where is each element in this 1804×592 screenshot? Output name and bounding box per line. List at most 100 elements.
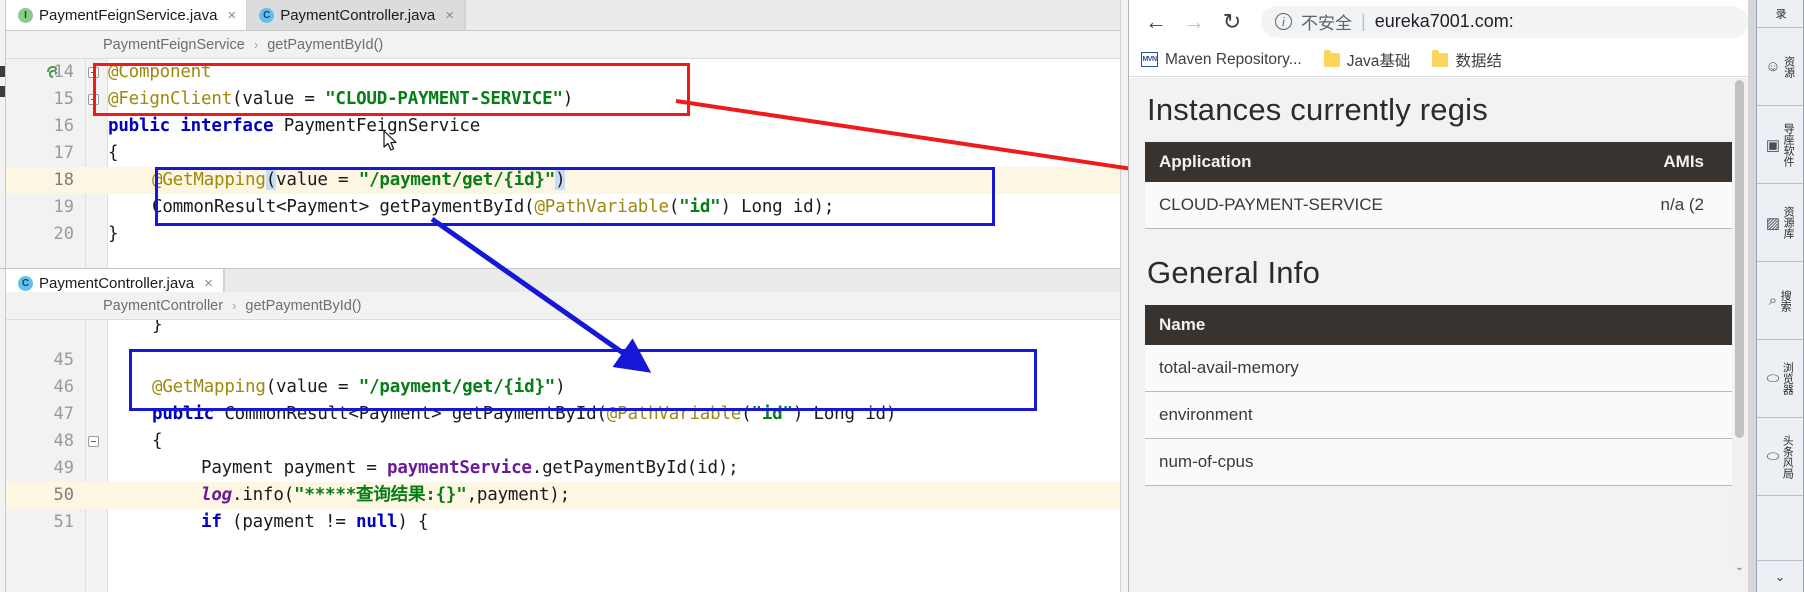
code-line-14: @Component [108,59,212,86]
vtool-item-resource[interactable]: 资源 ☺ [1757,28,1803,106]
bean-icon[interactable] [46,65,60,79]
annotation-token: @GetMapping [152,170,266,190]
string-token: "id" [679,197,721,217]
cell-name: total-avail-memory [1145,345,1732,392]
breadcrumb-class[interactable]: PaymentFeignService [103,37,245,53]
code-token: CommonResult<Payment> getPaymentById( [152,197,535,217]
code-line-48: { [152,428,163,455]
chevron-down-icon[interactable]: ⌄ [1733,560,1746,574]
screen-root: I PaymentFeignService.java × C PaymentCo… [0,0,1804,592]
code-line-17: { [108,140,119,167]
monitor-icon: ▣ [1765,136,1781,154]
vtool-item-headline[interactable]: 头条风局 ⬭ [1757,418,1803,496]
security-label: 不安全 [1301,14,1352,33]
fold-toggle[interactable] [88,94,99,105]
annotation-token: @Component [108,62,212,82]
code-token: (value = [232,89,326,109]
person-icon: ☺ [1765,58,1781,75]
chevron-down-icon[interactable]: ⌄ [1757,561,1803,592]
ide-right-edge [1120,0,1128,592]
close-icon[interactable]: × [227,7,236,24]
address-bar[interactable]: i 不安全 | eureka7001.com: [1261,5,1748,38]
vtool-label: 录 [1774,8,1786,19]
code-token: ) Long id) [792,404,897,424]
breadcrumb-top: PaymentFeignService › getPaymentById() [6,31,1128,59]
editor-payment-feign-service[interactable]: 14 15 16 17 18 19 20 @Component @FeignCl… [6,59,1128,268]
vtool-item-0[interactable]: 录 [1757,0,1803,28]
browser-scrollbar[interactable]: ⌄ [1733,78,1746,574]
code-token-selected: ) [555,170,566,190]
string-token: "*****查询结果:{}" [294,485,467,505]
column-header-name[interactable]: Name [1145,305,1732,345]
code-token: (value = [265,377,359,397]
close-icon[interactable]: × [445,7,454,24]
code-line-18: @GetMapping(value = "/payment/get/{id}") [152,167,566,194]
code-token: ( [741,404,752,424]
tab-label: PaymentFeignService.java [39,6,218,24]
vtool-label: 资源库 [1782,206,1795,239]
cell-application-name[interactable]: CLOUD-PAYMENT-SERVICE [1145,182,1584,229]
table-row: environment [1145,391,1732,439]
bookmark-data-structures[interactable]: 数据结 [1432,49,1502,71]
line-number: 18 [53,170,74,190]
code-token: .getPaymentById(id); [531,458,739,478]
tab-bar-filler [465,0,1128,30]
vtool-label: 浏览器 [1781,362,1794,395]
eureka-page: Instances currently regis Application AM… [1129,78,1748,592]
keyword-token: null [356,512,398,532]
cell-name: environment [1145,391,1732,439]
breadcrumb-method[interactable]: getPaymentById() [267,37,383,53]
editor-payment-controller[interactable]: 45 46 47 48 49 50 51 } @GetMapping(value… [6,320,1128,592]
field-token: log [201,485,233,505]
vtool-item-search[interactable]: 搜索 ⌕ [1757,262,1803,340]
column-header-amis[interactable]: AMIs [1583,142,1732,182]
code-line-50: log.info("*****查询结果:{}",payment); [201,482,570,509]
string-token: "/payment/get/{id}" [358,377,556,397]
tab-payment-controller[interactable]: C PaymentController.java × [247,0,466,30]
maven-icon: MVN [1141,52,1158,67]
string-token: "/payment/get/{id}" [358,170,556,190]
code-line-19: CommonResult<Payment> getPaymentById(@Pa… [152,194,834,221]
bookmark-label: 数据结 [1455,52,1502,70]
fold-toggle[interactable] [88,436,99,447]
code-token: value = [276,170,359,190]
vtool-item-browser[interactable]: 浏览器 ⬭ [1757,340,1803,418]
table-row: num-of-cpus [1145,438,1732,486]
bookmark-java-basics[interactable]: Java基础 [1323,49,1410,71]
column-header-application[interactable]: Application [1145,142,1584,182]
forward-icon[interactable]: → [1177,5,1211,39]
fold-toggle[interactable] [88,67,99,78]
code-token-selected: ( [265,170,277,190]
omnibox-separator: | [1361,11,1366,31]
code-token: ,payment); [466,485,571,505]
folder-icon [1432,49,1449,67]
breadcrumb-method[interactable]: getPaymentById() [245,298,361,314]
browser-toolbar: ← → ↻ i 不安全 | eureka7001.com: [1129,0,1748,43]
bookmark-maven-repository[interactable]: MVN Maven Repository... [1141,51,1302,69]
vertical-toolbar-footer[interactable]: ⌄ [1756,560,1804,592]
vtool-item-repository[interactable]: 资源库 ▨ [1757,184,1803,262]
code-token: ) [555,377,566,397]
tab-payment-feign-service[interactable]: I PaymentFeignService.java × [6,0,248,30]
scrollbar-thumb[interactable] [1735,80,1744,438]
back-icon[interactable]: ← [1139,5,1173,39]
table-header-row: Name [1145,305,1732,345]
annotation-token: @PathVariable [606,404,742,424]
code-token: } [152,320,163,335]
code-token: Payment payment = [201,458,388,478]
class-icon: C [259,7,275,23]
line-number: 17 [53,143,74,163]
bookmarks-bar: MVN Maven Repository... Java基础 数据结 [1129,43,1748,77]
close-icon[interactable]: × [204,275,213,292]
reload-icon[interactable]: ↻ [1215,5,1249,39]
code-line-49: Payment payment = paymentService.getPaym… [201,455,739,482]
vtool-item-software[interactable]: 导座软件 ▣ [1757,106,1803,184]
vertical-toolbar-inner: 录 资源 ☺ 导座软件 ▣ 资源库 ▨ 搜索 ⌕ 浏览器 ⬭ 头条风局 ⬭ [1756,0,1804,560]
code-token: { [152,431,163,451]
vtool-label: 搜索 [1779,289,1792,312]
vtool-label: 头条风局 [1781,434,1794,479]
code-line-47: public CommonResult<Payment> getPaymentB… [152,401,896,428]
info-icon[interactable]: i [1275,13,1292,30]
line-number: 48 [53,431,74,451]
breadcrumb-class[interactable]: PaymentController [103,298,223,314]
